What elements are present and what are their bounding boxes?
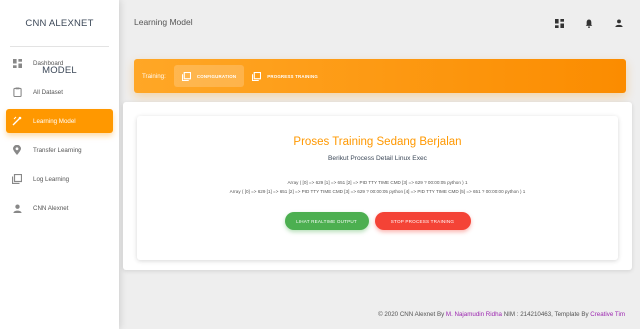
library-icon: [7, 174, 27, 184]
library-icon: [181, 71, 191, 81]
process-output-line: Array ( [0] => 629 [1] => 651 [2] => PID…: [287, 180, 468, 185]
process-panel: Proses Training Sedang Berjalan Berikut …: [137, 116, 618, 260]
dashboard-icon[interactable]: [554, 18, 564, 28]
sidebar-item-learning-model[interactable]: Learning Model: [6, 109, 113, 133]
tab-progress-training[interactable]: PROGRESS TRAINING: [244, 65, 326, 87]
footer-text: © 2020 CNN Alexnet By: [378, 311, 446, 318]
sidebar-item-label: Log Learning: [33, 175, 70, 183]
training-header: Training: CONFIGURATION PROGRESS TRAININ…: [134, 59, 626, 93]
training-label: Training:: [142, 72, 166, 80]
brand-logo[interactable]: CNN ALEXNET MODEL: [10, 0, 109, 76]
main-card: Proses Training Sedang Berjalan Berikut …: [123, 102, 632, 270]
top-icons: [554, 18, 624, 28]
sidebar-item-label: Dashboard: [33, 59, 64, 67]
realtime-output-button[interactable]: LIHAT REALTIME OUTPUT: [284, 212, 369, 230]
notifications-icon[interactable]: [584, 18, 594, 28]
process-subtitle: Berikut Process Detail Linux Exec: [328, 155, 427, 162]
tab-label: CONFIGURATION: [196, 73, 237, 79]
library-icon: [252, 71, 262, 81]
sidebar: CNN ALEXNET MODEL Dashboard All Dataset …: [0, 0, 119, 329]
sidebar-item-label: Transfer Learning: [33, 146, 82, 154]
author-link[interactable]: M. Najamudin Ridha: [446, 311, 502, 318]
person-icon: [7, 204, 27, 213]
dashboard-icon: [7, 58, 27, 68]
process-title: Proses Training Sedang Berjalan: [293, 136, 462, 148]
tab-label: PROGRESS TRAINING: [267, 73, 318, 79]
footer: © 2020 CNN Alexnet By M. Najamudin Ridha…: [378, 311, 625, 318]
location-icon: [7, 145, 27, 155]
sidebar-item-transfer-learning[interactable]: Transfer Learning: [6, 138, 113, 162]
sidebar-item-log-learning[interactable]: Log Learning: [6, 167, 113, 191]
action-buttons: LIHAT REALTIME OUTPUT STOP PROCESS TRAIN…: [137, 212, 618, 230]
sidebar-item-cnn-alexnet[interactable]: CNN Alexnet: [6, 196, 113, 220]
sidebar-item-label: Learning Model: [33, 117, 76, 125]
sidebar-item-all-dataset[interactable]: All Dataset: [6, 80, 113, 104]
tab-configuration[interactable]: CONFIGURATION: [173, 65, 245, 87]
creative-tim-link[interactable]: Creative Tim: [590, 311, 625, 318]
page-title: Learning Model: [134, 17, 193, 27]
person-icon[interactable]: [614, 18, 624, 28]
process-output-line: Array ( [0] => 629 [1] => 651 [2] => PID…: [229, 189, 526, 194]
sidebar-item-label: All Dataset: [33, 88, 63, 96]
clipboard-icon: [7, 87, 27, 97]
footer-text: NIM : 214210463, Template By: [501, 311, 591, 318]
sidebar-item-dashboard[interactable]: Dashboard: [6, 51, 113, 75]
stop-training-button[interactable]: STOP PROCESS TRAINING: [374, 212, 471, 230]
top-navbar: Learning Model: [119, 0, 640, 47]
sidebar-item-label: CNN Alexnet: [33, 204, 69, 212]
tune-icon: [7, 116, 27, 126]
